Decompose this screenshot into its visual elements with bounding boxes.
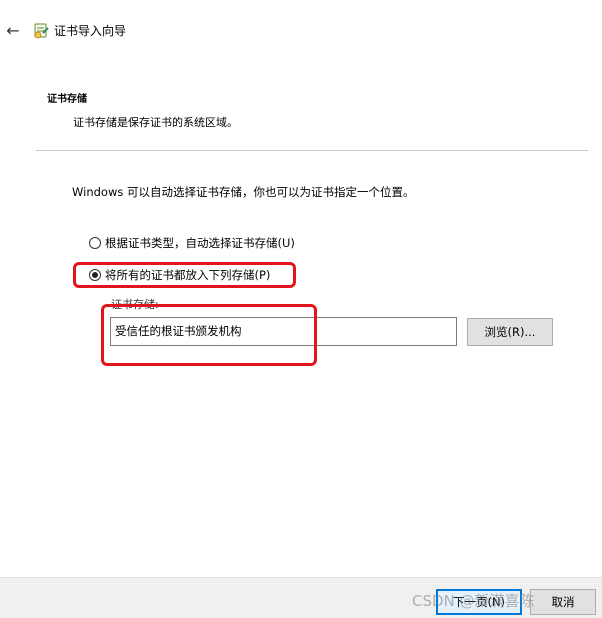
- section-description: 证书存储是保存证书的系统区域。: [73, 116, 238, 129]
- header-section: 证书存储 证书存储是保存证书的系统区域。: [0, 62, 602, 152]
- arrow-left-icon[interactable]: ←: [4, 22, 22, 40]
- intro-text: Windows 可以自动选择证书存储，你也可以为证书指定一个位置。: [72, 185, 415, 199]
- radio-auto-label: 根据证书类型，自动选择证书存储(U): [105, 236, 295, 250]
- next-button[interactable]: 下一页(N): [436, 589, 522, 615]
- section-title: 证书存储: [47, 94, 87, 105]
- certificate-icon: [34, 23, 49, 39]
- store-label: 证书存储:: [111, 298, 159, 311]
- certificate-store-field[interactable]: 受信任的根证书颁发机构: [110, 317, 457, 346]
- header-divider: [36, 150, 588, 151]
- footer-bar: 下一页(N) 取消 CSDN @新滿喜陈: [0, 577, 602, 618]
- radio-place-all-in-store[interactable]: 将所有的证书都放入下列存储(P): [89, 267, 270, 283]
- radio-manual-indicator[interactable]: [89, 269, 101, 281]
- radio-manual-label: 将所有的证书都放入下列存储(P): [105, 268, 271, 282]
- radio-auto-indicator[interactable]: [89, 237, 101, 249]
- cancel-button[interactable]: 取消: [530, 589, 596, 615]
- radio-auto-select-store[interactable]: 根据证书类型，自动选择证书存储(U): [89, 235, 295, 251]
- browse-button[interactable]: 浏览(R)...: [467, 318, 553, 346]
- window-title: 证书导入向导: [54, 24, 127, 38]
- title-bar: ← 证书导入向导: [0, 0, 602, 62]
